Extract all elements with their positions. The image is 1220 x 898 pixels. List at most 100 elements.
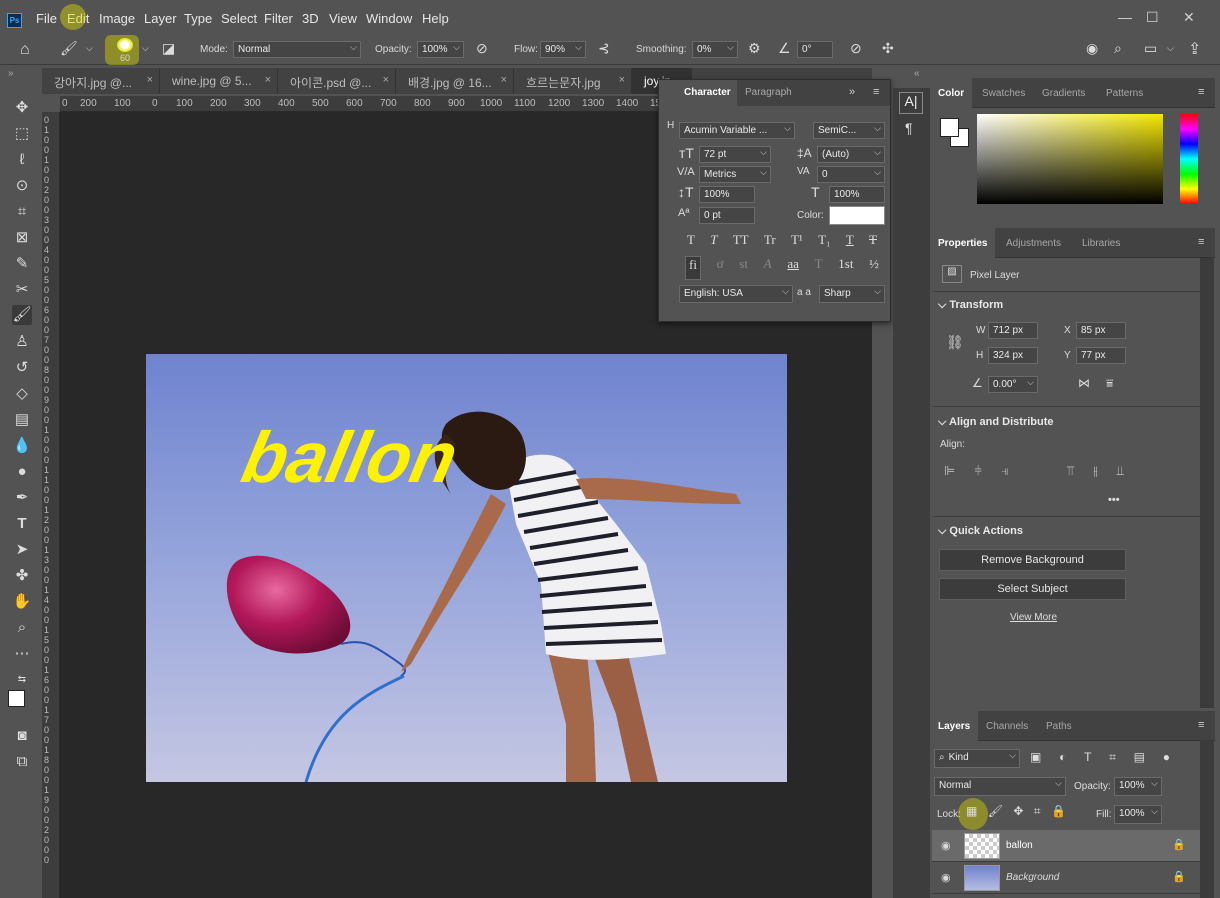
search-icon[interactable]: ⌕ xyxy=(1114,40,1122,57)
align-section-header[interactable]: ⌵ Align and Distribute xyxy=(938,416,1054,429)
pressure-opacity-icon[interactable]: ⊘ xyxy=(476,40,488,57)
workspace-icon[interactable]: ▭ xyxy=(1144,40,1157,57)
y-field[interactable]: 77 px xyxy=(1076,347,1126,364)
tab-doc-5[interactable]: 흐르는문자.jpg × xyxy=(514,68,632,94)
eraser-icon[interactable]: ◇ xyxy=(12,384,32,404)
history-brush-icon[interactable]: ↺ xyxy=(12,358,32,378)
eyedropper-icon[interactable]: ✎ xyxy=(12,254,32,274)
align-middle-v-icon[interactable]: ⫲ xyxy=(1093,463,1097,481)
horizontal-scale-field[interactable]: 100% xyxy=(829,186,885,203)
minimize-button[interactable]: — xyxy=(1118,9,1132,25)
zoom-icon[interactable]: ⌕ xyxy=(12,618,32,638)
swash-button[interactable]: st xyxy=(739,256,748,280)
align-left-icon[interactable]: ⊫ xyxy=(944,463,955,481)
tab-doc-4[interactable]: 배경.jpg @ 16... × xyxy=(396,68,514,94)
collapse-icon[interactable]: « xyxy=(914,68,920,79)
home-icon[interactable]: ⌂ xyxy=(20,41,30,59)
superscript-button[interactable]: T¹ xyxy=(791,232,803,252)
layer-filter-select[interactable]: ⌕ Kind xyxy=(934,749,1020,768)
user-icon[interactable]: ◉ xyxy=(1086,40,1098,57)
menu-window[interactable]: Window xyxy=(366,11,412,26)
hand-icon[interactable]: ✋ xyxy=(12,592,32,612)
fractions-button[interactable]: ½ xyxy=(869,256,879,280)
remove-background-button[interactable]: Remove Background xyxy=(939,549,1126,571)
quick-actions-header[interactable]: ⌵ Quick Actions xyxy=(938,525,1023,538)
align-bottom-icon[interactable]: ⫫ xyxy=(1117,463,1124,481)
transform-section-header[interactable]: ⌵ Transform xyxy=(938,299,1003,312)
dodge-icon[interactable]: ● xyxy=(12,462,32,482)
blend-mode-select[interactable]: Normal xyxy=(934,777,1066,796)
lock-pixels-icon[interactable]: 🖌 xyxy=(988,804,1003,822)
frame-icon[interactable]: ⊠ xyxy=(12,228,32,248)
titling-button[interactable]: aa xyxy=(787,256,799,280)
antialias-select[interactable]: Sharp xyxy=(819,285,885,303)
tab-gradients[interactable]: Gradients xyxy=(1034,78,1093,108)
language-select[interactable]: English: USA xyxy=(679,285,793,303)
layer-row-background[interactable]: ◉ Background 🔒 xyxy=(932,862,1200,894)
menu-file[interactable]: File xyxy=(36,11,57,26)
share-icon[interactable]: ⇪ xyxy=(1188,39,1201,59)
stylistic-alt-button[interactable]: A xyxy=(764,256,772,280)
contextual-button[interactable]: T xyxy=(815,256,823,280)
height-field[interactable]: 324 px xyxy=(988,347,1038,364)
align-top-icon[interactable]: ⫪ xyxy=(1067,463,1074,481)
lock-position-icon[interactable]: ✥ xyxy=(1013,804,1023,822)
symmetry-icon[interactable]: ✣ xyxy=(882,40,894,57)
tab-swatches[interactable]: Swatches xyxy=(974,78,1033,108)
filter-toggle-icon[interactable]: ● xyxy=(1163,750,1170,768)
more-tools-icon[interactable]: ⋯ xyxy=(12,644,32,664)
close-icon[interactable]: × xyxy=(383,74,389,86)
lock-transparent-icon[interactable]: ▦ xyxy=(966,804,977,822)
font-family-select[interactable]: Acumin Variable ... xyxy=(679,122,795,139)
smoothing-field[interactable]: 0% xyxy=(692,41,738,58)
type-icon[interactable]: T xyxy=(12,514,32,534)
close-icon[interactable]: × xyxy=(501,74,507,86)
flip-horizontal-icon[interactable]: ⋈ xyxy=(1078,376,1090,390)
gradient-icon[interactable]: ▤ xyxy=(12,410,32,430)
fill-field[interactable]: 100% xyxy=(1114,805,1162,824)
panel-menu-icon[interactable]: ≡ xyxy=(1198,719,1204,731)
small-caps-button[interactable]: Tr xyxy=(764,232,776,252)
old-style-button[interactable]: ơ xyxy=(717,256,724,280)
close-button[interactable]: ✕ xyxy=(1183,9,1195,26)
rotation-field[interactable]: 0.00° xyxy=(988,376,1038,393)
layers-scrollbar[interactable] xyxy=(1200,740,1214,898)
font-style-select[interactable]: SemiC... xyxy=(813,122,885,139)
stamp-icon[interactable]: ♙ xyxy=(12,332,32,352)
faux-bold-button[interactable]: T xyxy=(687,232,695,252)
select-subject-button[interactable]: Select Subject xyxy=(939,578,1126,600)
close-icon[interactable]: × xyxy=(147,74,153,86)
faux-italic-button[interactable]: T xyxy=(710,232,717,252)
view-more-link[interactable]: View More xyxy=(1010,612,1057,623)
mode-select[interactable]: Normal xyxy=(233,41,361,58)
tab-channels[interactable]: Channels xyxy=(978,711,1036,741)
font-size-field[interactable]: 72 pt xyxy=(699,146,771,163)
tab-adjustments[interactable]: Adjustments xyxy=(998,228,1069,258)
tab-properties[interactable]: Properties xyxy=(930,228,996,258)
brush-tip-icon[interactable] xyxy=(117,38,133,52)
close-icon[interactable]: × xyxy=(619,74,625,86)
angle-field[interactable]: 0° xyxy=(797,41,833,58)
layer-row-ballon[interactable]: ◉ ballon 🔒 xyxy=(932,830,1200,862)
link-icon[interactable]: ⛓ xyxy=(946,334,964,351)
crop-icon[interactable]: ⌗ xyxy=(12,202,32,222)
marquee-icon[interactable]: ⬚ xyxy=(12,124,32,144)
flip-vertical-icon[interactable]: ⩸ xyxy=(1106,376,1113,391)
menu-select[interactable]: Select xyxy=(221,11,257,26)
leading-field[interactable]: (Auto) xyxy=(817,146,885,163)
panel-menu-icon[interactable]: ≡ xyxy=(873,86,879,98)
flow-field[interactable]: 90% xyxy=(540,41,586,58)
text-color-swatch[interactable] xyxy=(829,206,885,225)
tab-doc-2[interactable]: wine.jpg @ 5... × xyxy=(160,68,278,94)
tab-libraries[interactable]: Libraries xyxy=(1074,228,1128,258)
airbrush-icon[interactable]: ⊰ xyxy=(598,40,610,57)
brush-settings-icon[interactable]: ◪ xyxy=(162,40,175,57)
menu-filter[interactable]: Filter xyxy=(264,11,293,26)
eye-icon[interactable]: ◉ xyxy=(941,839,951,852)
underline-button[interactable]: T xyxy=(846,232,854,252)
menu-help[interactable]: Help xyxy=(422,11,449,26)
kerning-field[interactable]: Metrics xyxy=(699,166,771,183)
baseline-shift-field[interactable]: 0 pt xyxy=(699,207,755,224)
tab-doc-1[interactable]: 강아지.jpg @... × xyxy=(42,68,160,94)
eye-icon[interactable]: ◉ xyxy=(941,871,951,884)
